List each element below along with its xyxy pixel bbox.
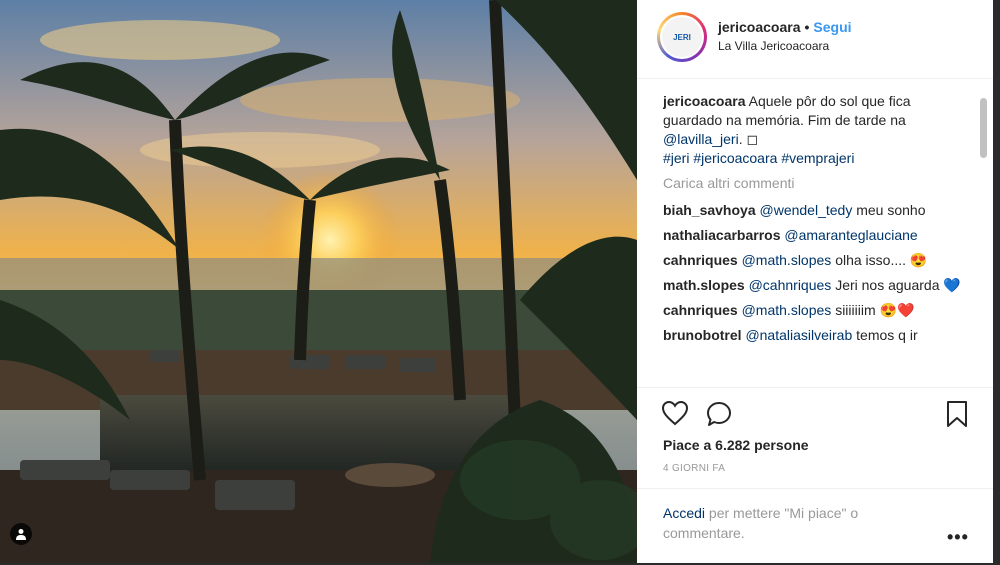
comment-item: cahnriques @math.slopes siiiiiiim 😍❤️: [663, 301, 973, 320]
login-prompt: Accedi per mettere "Mi piace" o commenta…: [637, 488, 993, 565]
more-options-icon[interactable]: •••: [947, 527, 969, 548]
comment-username[interactable]: cahnriques: [663, 252, 738, 268]
comment-username[interactable]: biah_savhoya: [663, 202, 756, 218]
comment-mention[interactable]: @math.slopes: [742, 302, 832, 318]
bookmark-outline: [947, 401, 967, 427]
likes-count[interactable]: Piace a 6.282 persone: [663, 437, 809, 453]
comment-item: cahnriques @math.slopes olha isso.... 😍: [663, 251, 973, 270]
follow-button[interactable]: Segui: [813, 19, 851, 35]
avatar-logo: JERI: [662, 17, 702, 57]
post-actions-section: Piace a 6.282 persone 4 GIORNI FA Accedi…: [637, 387, 993, 564]
load-more-comments-button[interactable]: Carica altri commenti: [663, 174, 973, 193]
comment-text: siiiiiiim 😍❤️: [835, 302, 915, 318]
bookmark-icon[interactable]: [945, 400, 969, 433]
comment-item: biah_savhoya @wendel_tedy meu sonho: [663, 201, 973, 220]
comment-mention[interactable]: @amaranteglauciane: [784, 227, 917, 243]
comment-text: Jeri nos aguarda 💙: [835, 277, 961, 293]
comment-item: brunobotrel @nataliasilveirab temos q ir: [663, 326, 973, 345]
comment-username[interactable]: math.slopes: [663, 277, 745, 293]
background-edge: [993, 0, 1000, 563]
caption-text-2: . ◻: [738, 131, 759, 147]
hashtag-link[interactable]: #vemprajeri: [781, 150, 854, 166]
heart-icon[interactable]: [661, 400, 689, 431]
separator-dot: •: [804, 19, 810, 35]
location-link[interactable]: La Villa Jericoacoara: [718, 39, 829, 53]
person-icon: [16, 529, 26, 540]
header-username-row: jericoacoara • Segui: [718, 19, 852, 35]
comment-username[interactable]: nathaliacarbarros: [663, 227, 781, 243]
hashtag-link[interactable]: #jeri: [663, 150, 689, 166]
comment-username[interactable]: brunobotrel: [663, 327, 742, 343]
caption-username[interactable]: jericoacoara: [663, 93, 746, 109]
comment-bubble: [707, 402, 731, 426]
comment-text: meu sonho: [856, 202, 926, 218]
comment-username[interactable]: cahnriques: [663, 302, 738, 318]
hashtag-link[interactable]: #jericoacoara: [693, 150, 777, 166]
comment-item: math.slopes @cahnriques Jeri nos aguarda…: [663, 276, 973, 295]
comment-mention[interactable]: @cahnriques: [749, 277, 832, 293]
login-prompt-text-wrapper: Accedi per mettere "Mi piace" o commenta…: [663, 503, 923, 543]
comment-text: olha isso.... 😍: [835, 252, 928, 268]
post-header: JERI jericoacoara • Segui La Villa Jericoa…: [637, 0, 993, 79]
avatar-ring-inner: JERI: [660, 15, 704, 59]
comments-scrollbar[interactable]: [980, 82, 988, 382]
username-link[interactable]: jericoacoara: [718, 19, 801, 35]
comment-mention[interactable]: @nataliasilveirab: [745, 327, 852, 343]
avatar[interactable]: JERI: [657, 12, 707, 62]
heart-outline: [661, 400, 689, 426]
comment-item: nathaliacarbarros @amaranteglauciane: [663, 226, 973, 245]
comment-mention[interactable]: @math.slopes: [742, 252, 832, 268]
user-tag-icon[interactable]: [10, 523, 32, 545]
caption: jericoacoara Aquele pôr do sol que fica …: [663, 92, 973, 168]
sunset-resort-image: [0, 0, 637, 563]
post-timestamp[interactable]: 4 GIORNI FA: [663, 463, 725, 474]
caption-mention[interactable]: @lavilla_jeri: [663, 131, 739, 147]
scrollbar-thumb[interactable]: [980, 98, 987, 158]
post-photo[interactable]: [0, 0, 637, 563]
comment-icon[interactable]: [705, 400, 733, 433]
comment-mention[interactable]: @wendel_tedy: [760, 202, 853, 218]
login-link[interactable]: Accedi: [663, 505, 705, 521]
comment-text: temos q ir: [856, 327, 918, 343]
comments-list: jericoacoara Aquele pôr do sol que fica …: [663, 92, 973, 387]
